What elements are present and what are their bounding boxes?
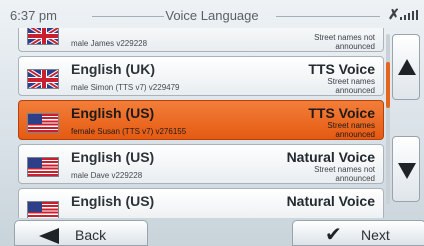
language-label: English (US): [71, 149, 155, 165]
scrollbar-thumb[interactable]: [386, 62, 390, 108]
us-flag-icon: [27, 113, 59, 133]
scroll-up-button[interactable]: [392, 34, 420, 100]
street-names-status: Street names not announced: [314, 33, 375, 51]
voice-row[interactable]: English (UK) male Simon (TTS v7) v229479…: [18, 56, 384, 96]
voice-type: TTS Voice: [308, 61, 375, 77]
arrow-up-icon: [398, 59, 416, 75]
scroll-down-button[interactable]: [392, 136, 420, 202]
signal-strength-icon: [400, 10, 418, 20]
uk-flag-icon: [27, 28, 59, 45]
arrow-left-icon: [39, 228, 59, 244]
scrollbar-track[interactable]: [386, 34, 390, 204]
language-label: English (US): [71, 105, 155, 121]
us-flag-icon: [27, 201, 59, 218]
voice-row[interactable]: male James v229228 Street names not anno…: [18, 28, 384, 52]
language-label: English (UK): [71, 61, 155, 77]
checkmark-icon: ✔: [325, 222, 342, 246]
voice-name: male James v229228: [71, 39, 148, 48]
voice-type: TTS Voice: [308, 105, 375, 121]
street-names-status: Street names not announced: [314, 165, 375, 183]
back-button[interactable]: Back: [14, 220, 148, 246]
next-label: Next: [361, 227, 390, 243]
gps-status-icon: ✗: [388, 6, 400, 22]
us-flag-icon: [27, 157, 59, 177]
voice-row-selected[interactable]: English (US) female Susan (TTS v7) v2761…: [18, 100, 384, 140]
voice-type: Natural Voice: [286, 149, 375, 165]
voice-name: female Susan (TTS v7) v276155: [71, 127, 187, 136]
next-button[interactable]: ✔ Next: [292, 220, 424, 246]
uk-flag-icon: [27, 69, 59, 89]
voice-name: male Dave v229228: [71, 171, 143, 180]
voice-row[interactable]: English (US) Natural Voice: [18, 188, 384, 218]
voice-language-screen: 6:37 pm Voice Language ✗ male James v229…: [0, 0, 424, 246]
arrow-down-icon: [398, 163, 416, 179]
voice-row[interactable]: English (US) male Dave v229228 Natural V…: [18, 144, 384, 184]
street-names-status: Street names announced: [327, 77, 375, 95]
street-names-status: Street names announced: [327, 121, 375, 139]
back-label: Back: [75, 227, 107, 243]
voice-name: male Simon (TTS v7) v229479: [71, 83, 180, 92]
language-label: English (US): [71, 193, 155, 209]
voice-list: male James v229228 Street names not anno…: [18, 28, 384, 218]
voice-type: Natural Voice: [286, 193, 375, 209]
title-divider-right: [276, 16, 380, 17]
header: 6:37 pm Voice Language ✗: [0, 0, 424, 30]
